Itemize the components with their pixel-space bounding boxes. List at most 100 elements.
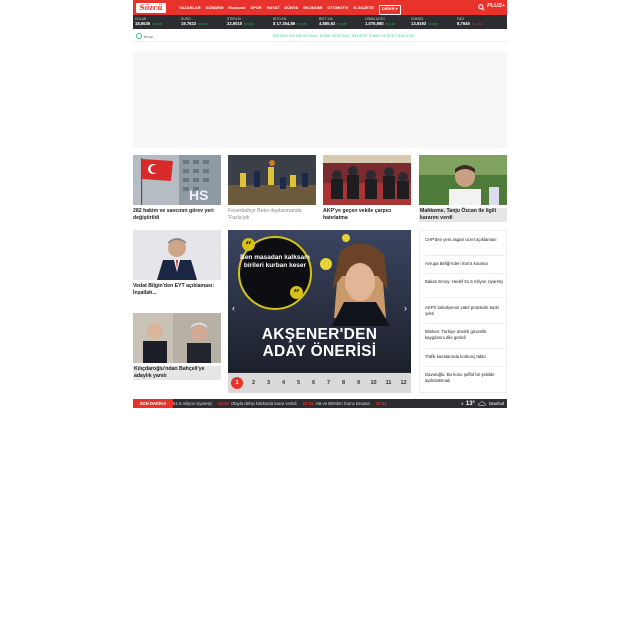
ticker-value: 19,7623 [181, 20, 197, 26]
breaking-label: SON DAKİKA [133, 399, 173, 408]
weather-city: İstanbul [488, 401, 504, 406]
chevron-left-icon[interactable]: ‹ [232, 303, 235, 313]
news-title[interactable]: AKP'ye geçen vekile çarpıcı hatırlatma [323, 208, 411, 222]
nav-item-hayat[interactable]: HAYAT [267, 0, 280, 15]
side-news-item[interactable]: Avrupa Birliği'nden İran'a kınama [425, 261, 505, 267]
breaking-item[interactable]: AB ve BM'den İran'a kınama [316, 399, 370, 408]
nav-item-yazarlar[interactable]: YAZARLAR [179, 0, 201, 15]
news-image[interactable]: HS [133, 155, 221, 205]
side-news-item[interactable]: Davutoğlu: Bu konu şeffaf bir şekilde ay… [425, 372, 505, 384]
nav-item-egazete[interactable]: E-GAZETE [354, 0, 374, 15]
ticker-change: % 0,35 [198, 21, 208, 26]
beup-logo[interactable]: beup [136, 33, 153, 39]
weather-temp: 13° [465, 400, 475, 407]
ticker-value: 13,9193 [411, 20, 427, 26]
quote-open-icon: “ [242, 238, 255, 252]
page-dot-10[interactable]: 10 [366, 380, 381, 386]
slider-headline-line2: ADAY ÖNERİSİ [262, 343, 377, 360]
page-dot-4[interactable]: 4 [276, 380, 291, 386]
page-dot-1[interactable]: 1 [231, 377, 243, 389]
ad-banner[interactable] [133, 51, 507, 148]
beup-circle-icon [136, 33, 142, 39]
breaking-time: 23:12 [302, 401, 314, 406]
news-card[interactable]: Mahkeme, Tanju Özcan ile ilgili kararını… [419, 155, 507, 222]
nav-item-gundem[interactable]: GÜNDEM [206, 0, 224, 15]
news-title[interactable]: 282 hakim ve savcının görev yeri değişti… [133, 208, 221, 222]
nav-item-ekonomi-script[interactable]: Ekonomi [228, 0, 245, 15]
page-dot-8[interactable]: 8 [336, 380, 351, 386]
search-icon[interactable] [478, 4, 485, 11]
ticker-item-dolar[interactable]: DOLAR 18,6535% 0,08 [133, 15, 179, 29]
slider-headline[interactable]: AKŞENER'DEN ADAY ÖNERİSİ [228, 326, 411, 360]
breaking-news-bar: SON DAKİKA 51,5 milyon ziyaretçi 23:43 O… [133, 399, 507, 408]
divider [425, 255, 505, 256]
news-card[interactable]: HS 282 hakim ve savcının görev yeri deği… [133, 155, 221, 222]
ticker-item-gumus[interactable]: GÜMÜŞ 13,9193% 0,03 [409, 15, 455, 29]
divider [425, 348, 505, 349]
ticker-item-faiz[interactable]: FAİZ 8,7645% -1,82 [455, 15, 501, 29]
page-dot-3[interactable]: 3 [261, 380, 276, 386]
beup-brand: beup [144, 33, 153, 39]
nav-item-spor[interactable]: SPOR [250, 0, 261, 15]
plus-button[interactable]: PLUS+ [487, 3, 505, 9]
headline-slider[interactable]: “ ” Ben masadan kalksam birileri kurban … [228, 230, 411, 393]
news-card[interactable]: Kılıçdaroğlu'ndan Bahçeli'ye adaylık yan… [133, 313, 221, 380]
page-dot-5[interactable]: 5 [291, 380, 306, 386]
news-title[interactable]: Kılıçdaroğlu'ndan Bahçeli'ye adaylık yan… [133, 366, 221, 380]
divider [425, 323, 505, 324]
breaking-time: 23:43 [217, 401, 229, 406]
news-image[interactable] [133, 230, 221, 280]
news-title[interactable]: Fenerbahçe Beko deplasmanda 'Fazla'ydı [228, 208, 316, 222]
ticker-item-bist100[interactable]: BIST 100 4.855,92% 0,05 [317, 15, 363, 29]
ticker-item-bitcoin[interactable]: BITCOIN $ 17.254,86% 0,06 [271, 15, 317, 29]
news-title[interactable]: Mahkeme, Tanju Özcan ile ilgili kararını… [419, 208, 507, 222]
nav-item-ekonomi[interactable]: EKONOMİ [303, 0, 322, 15]
ticker-change: % 0,16 [385, 21, 395, 26]
side-news-item[interactable]: CHP'den yeni asgari ücret açıklaması [425, 237, 505, 243]
ticker-change: % 0,05 [337, 21, 347, 26]
breaking-items: 51,5 milyon ziyaretçi 23:43 Olayla dehşi… [173, 399, 389, 408]
nav-item-dunya[interactable]: DÜNYA [284, 0, 298, 15]
ticker-item-euro[interactable]: EURO 19,7623% 0,35 [179, 15, 225, 29]
nav-item-diger[interactable]: DİĞER ▾ [378, 4, 401, 15]
ticker-item-gram-altin[interactable]: GRAM ALTIN 1.075,980% 0,16 [363, 15, 409, 29]
site-logo[interactable]: Sözcü [136, 2, 166, 13]
page-dot-9[interactable]: 9 [351, 380, 366, 386]
page-dot-7[interactable]: 7 [321, 380, 336, 386]
svg-text:HS: HS [189, 187, 208, 203]
breaking-item[interactable]: 51,5 milyon ziyaretçi [173, 399, 212, 408]
news-title[interactable]: Vedat Bilgin'den EYT açıklaması: İnşalla… [133, 283, 221, 297]
page-dot-11[interactable]: 11 [381, 380, 396, 386]
ticker-item-sterlin[interactable]: STERLİN 22,9010% 0,16 [225, 15, 271, 29]
chevron-down-icon: ∨ [460, 401, 464, 406]
page-dot-6[interactable]: 6 [306, 380, 321, 386]
news-image[interactable] [228, 155, 316, 205]
side-news-item[interactable]: Bakan Ersoy: Hedef 51,5 milyon ziyaretçi [425, 279, 505, 285]
news-image[interactable] [419, 155, 507, 205]
nav-item-otomotiv[interactable]: OTOMOTİV [327, 0, 348, 15]
slider-headline-line1: AKŞENER'DEN [261, 326, 378, 343]
promo-link[interactable]: ŞEHRİN EN HEYECANLI KÖŞE NOKTASI, HEDEFE… [273, 34, 415, 38]
ticker-value: 1.075,980 [365, 20, 384, 26]
page-dot-12[interactable]: 12 [396, 380, 411, 386]
ticker-value: 18,6535 [135, 20, 151, 26]
side-news-item[interactable]: AKP'li belediyenin vakıf protokolü tepki… [425, 305, 505, 317]
side-news-item[interactable]: Blinken: Türkiye önemli güvenlik kaygıla… [425, 329, 505, 341]
news-card[interactable]: Vedat Bilgin'den EYT açıklaması: İnşalla… [133, 230, 221, 297]
main-nav: YAZARLAR GÜNDEM Ekonomi SPOR HAYAT DÜNYA… [179, 0, 406, 15]
weather-widget[interactable]: ∨ 13° İstanbul [456, 399, 504, 408]
page-dot-2[interactable]: 2 [246, 380, 261, 386]
news-card[interactable]: AKP'ye geçen vekile çarpıcı hatırlatma [323, 155, 411, 222]
side-news-item[interactable]: Trafik kazalarında korkunç tablo [425, 354, 505, 360]
promo-bar: beup ŞEHRİN EN HEYECANLI KÖŞE NOKTASI, H… [133, 30, 507, 42]
news-card[interactable]: Fenerbahçe Beko deplasmanda 'Fazla'ydı [228, 155, 316, 222]
divider [425, 273, 505, 274]
side-news-list: CHP'den yeni asgari ücret açıklaması Avr… [419, 230, 507, 393]
news-image[interactable] [323, 155, 411, 205]
news-image[interactable] [133, 313, 221, 363]
chevron-right-icon[interactable]: › [404, 303, 407, 313]
ticker-value: 4.855,92 [319, 20, 336, 26]
breaking-item[interactable]: Olayla dehşi hakkında karar verildi [231, 399, 297, 408]
divider [425, 366, 505, 367]
ticker-change: % 0,06 [297, 21, 307, 26]
